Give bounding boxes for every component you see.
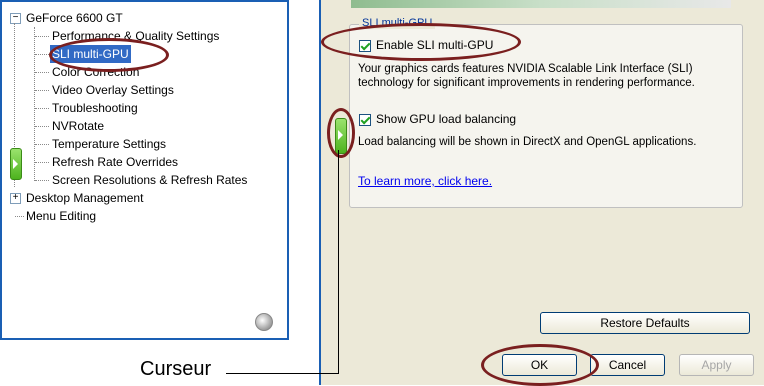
tree-item-label: Menu Editing	[26, 209, 97, 223]
tree-item-label: Desktop Management	[26, 191, 144, 205]
properties-panel: SLI multi-GPU Enable SLI multi-GPU Your …	[319, 0, 764, 386]
button-label: Apply	[701, 358, 732, 372]
checkbox-label: Show GPU load balancing	[376, 112, 517, 126]
callout-line	[338, 150, 339, 374]
tree-panel: − GeForce 6600 GT Performance & Quality …	[0, 0, 289, 340]
cancel-button[interactable]: Cancel	[590, 354, 665, 376]
tree-item-temperature[interactable]: Temperature Settings	[10, 135, 288, 153]
tree-item-label: Temperature Settings	[52, 137, 167, 151]
expand-icon[interactable]: +	[10, 193, 21, 204]
tree-item-screen-resolutions[interactable]: Screen Resolutions & Refresh Rates	[10, 171, 288, 189]
tree-item-label: Video Overlay Settings	[52, 83, 174, 97]
learn-more-link[interactable]: To learn more, click here.	[358, 174, 492, 188]
tree-item-label: NVRotate	[52, 119, 105, 133]
tree-item-root[interactable]: − GeForce 6600 GT	[10, 9, 288, 27]
tree-item-label: Screen Resolutions & Refresh Rates	[52, 173, 248, 187]
callout-line	[226, 373, 338, 374]
tree-item-label: GeForce 6600 GT	[26, 11, 123, 25]
tree-item-troubleshooting[interactable]: Troubleshooting	[10, 99, 288, 117]
tree-item-refresh-rate[interactable]: Refresh Rate Overrides	[10, 153, 288, 171]
load-balancing-description: Load balancing will be shown in DirectX …	[358, 136, 697, 148]
scroll-tab-handle[interactable]	[10, 148, 22, 180]
header-banner	[351, 0, 731, 8]
tree-item-video-overlay[interactable]: Video Overlay Settings	[10, 81, 288, 99]
button-label: Restore Defaults	[600, 316, 690, 330]
highlight-ellipse	[327, 108, 355, 158]
checkbox-icon[interactable]	[359, 114, 371, 126]
tree-item-nvrotate[interactable]: NVRotate	[10, 117, 288, 135]
apply-button[interactable]: Apply	[679, 354, 754, 376]
collapse-icon[interactable]: −	[10, 13, 21, 24]
tree-item-desktop-management[interactable]: + Desktop Management	[10, 189, 288, 207]
sli-description-line-1: Your graphics cards features NVIDIA Scal…	[358, 63, 693, 75]
highlight-ellipse	[321, 23, 521, 61]
highlight-ellipse	[49, 38, 169, 72]
tree-item-menu-editing[interactable]: Menu Editing	[10, 207, 288, 225]
callout-label: Curseur	[140, 358, 212, 380]
nvidia-logo-icon	[255, 313, 273, 331]
button-label: Cancel	[608, 358, 647, 372]
highlight-ellipse	[481, 344, 599, 386]
tree-item-label: Troubleshooting	[52, 101, 138, 115]
tree-item-label: Refresh Rate Overrides	[52, 155, 179, 169]
sli-description-line-2: technology for significant improvements …	[358, 77, 695, 89]
restore-defaults-button[interactable]: Restore Defaults	[540, 312, 750, 334]
